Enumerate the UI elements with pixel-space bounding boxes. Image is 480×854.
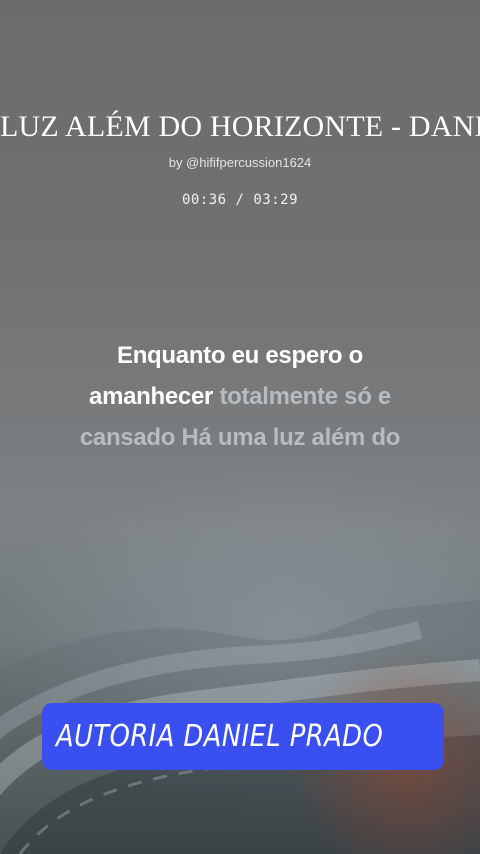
lyrics-block: Enquanto eu espero o amanhecer totalment…	[40, 335, 440, 458]
lyric-upcoming-text: cansado Há uma luz além do	[79, 424, 401, 451]
lyric-sung-text: amanhecer	[89, 383, 214, 410]
channel-byline[interactable]: by @hififpercussion1624	[0, 155, 480, 170]
lyric-line-2: amanhecer totalmente só e	[40, 376, 440, 417]
video-frame[interactable]: LUZ ALÉM DO HORIZONTE - DANIEL PRADO by …	[0, 0, 480, 854]
playback-time: 00:36 / 03:29	[181, 192, 299, 208]
authorship-banner: AUTORIA DANIEL PRADO	[42, 703, 444, 770]
song-title: LUZ ALÉM DO HORIZONTE - DANIEL PRADO	[0, 110, 480, 143]
lyric-sung-text: Enquanto eu espero o	[116, 342, 364, 369]
lyric-upcoming-text: totalmente só e	[219, 383, 391, 410]
lyric-line-1: Enquanto eu espero o	[40, 335, 440, 376]
authorship-label: AUTORIA DANIEL PRADO	[56, 719, 384, 754]
lyric-line-3: cansado Há uma luz além do	[40, 417, 440, 458]
